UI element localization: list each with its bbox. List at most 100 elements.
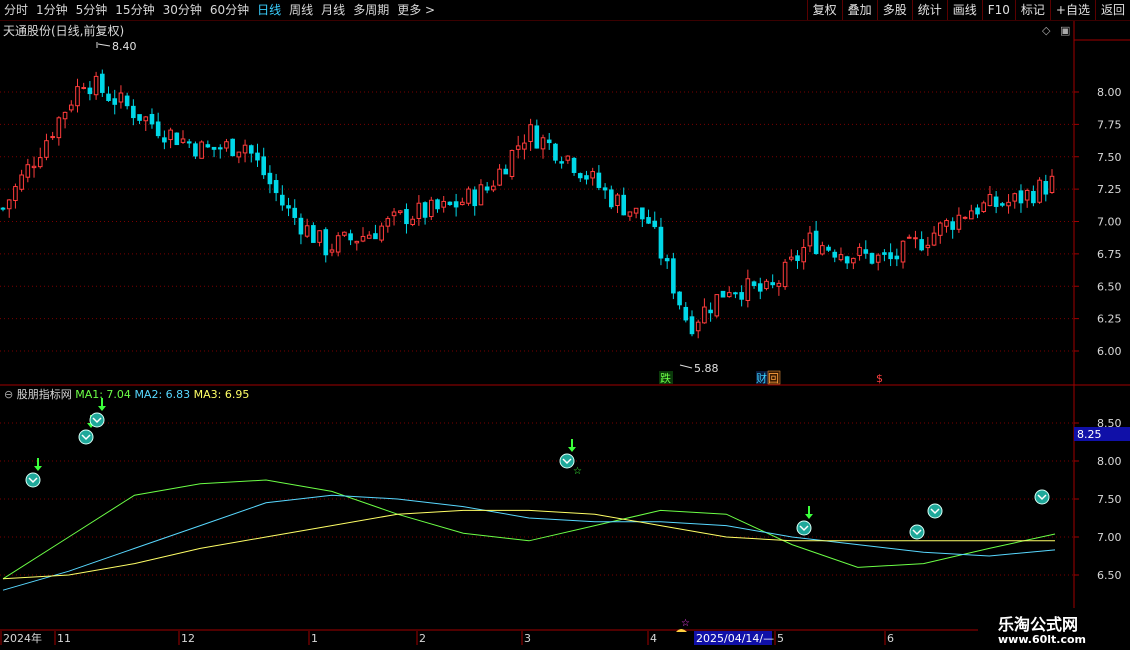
candle bbox=[596, 172, 602, 188]
tab-60min[interactable]: 60分钟 bbox=[206, 0, 253, 20]
time-axis-label: 6 bbox=[887, 632, 894, 645]
current-value-label: 8.25 bbox=[1077, 428, 1102, 441]
indicator-tick-label: 6.50 bbox=[1097, 569, 1122, 582]
candle bbox=[242, 144, 248, 154]
watermark-url: www.60lt.com bbox=[998, 633, 1087, 646]
diamond-icon[interactable]: ◇ bbox=[1042, 24, 1050, 37]
candle bbox=[435, 199, 440, 210]
indicator-tick-label: 8.50 bbox=[1097, 417, 1122, 430]
period-tabs: 分时 1分钟 5分钟 15分钟 30分钟 60分钟 日线 周线 月线 多周期 更… bbox=[0, 0, 439, 20]
time-axis-label: 1 bbox=[311, 632, 318, 645]
signal-badge-icon bbox=[89, 412, 105, 428]
candle bbox=[875, 254, 881, 263]
tab-weekly[interactable]: 周线 bbox=[285, 0, 317, 20]
candle bbox=[770, 282, 775, 286]
candle bbox=[565, 155, 571, 161]
restore-rights-button[interactable]: 复权 bbox=[806, 0, 842, 20]
star-signal-icon: ☆ bbox=[573, 466, 582, 477]
time-axis-label: 11 bbox=[57, 632, 71, 645]
candle bbox=[689, 316, 695, 335]
candle bbox=[298, 217, 304, 235]
collapse-icon[interactable]: ⊖ bbox=[4, 388, 13, 401]
back-button[interactable]: 返回 bbox=[1094, 0, 1130, 20]
candle bbox=[646, 217, 651, 224]
tab-5min[interactable]: 5分钟 bbox=[72, 0, 112, 20]
tab-multi-period[interactable]: 多周期 bbox=[349, 0, 393, 20]
tab-fenshi[interactable]: 分时 bbox=[0, 0, 32, 20]
candle bbox=[416, 202, 422, 219]
mark-button[interactable]: 标记 bbox=[1014, 0, 1050, 20]
signal-badge-icon bbox=[927, 503, 943, 519]
candle bbox=[782, 261, 788, 288]
tab-1min[interactable]: 1分钟 bbox=[32, 0, 72, 20]
candle bbox=[751, 281, 757, 286]
candle bbox=[627, 211, 633, 217]
candle bbox=[571, 157, 577, 173]
candle bbox=[149, 113, 155, 125]
candle bbox=[131, 105, 136, 119]
candle bbox=[62, 111, 68, 120]
main-chart-title: 天通股份(日线,前复权) bbox=[3, 24, 125, 38]
ma3-value: MA3: 6.95 bbox=[193, 388, 250, 401]
candle bbox=[522, 142, 527, 150]
candle bbox=[720, 290, 726, 298]
candle bbox=[106, 93, 111, 101]
candle bbox=[37, 157, 43, 168]
candle bbox=[1031, 190, 1036, 204]
candle bbox=[540, 137, 546, 150]
tab-30min[interactable]: 30分钟 bbox=[159, 0, 206, 20]
candle bbox=[422, 202, 428, 218]
candle bbox=[0, 207, 6, 210]
candle bbox=[615, 194, 620, 207]
time-axis-label: 3 bbox=[524, 632, 531, 645]
signal-badge-icon bbox=[796, 520, 812, 536]
tab-daily[interactable]: 日线 bbox=[253, 0, 285, 20]
add-watchlist-button[interactable]: +自选 bbox=[1049, 0, 1095, 20]
watermark-title: 乐淘公式网 bbox=[998, 615, 1079, 634]
statistics-button[interactable]: 统计 bbox=[911, 0, 947, 20]
tab-more[interactable]: 更多 > bbox=[393, 0, 439, 20]
candle bbox=[410, 218, 415, 226]
signal-arrowhead-icon bbox=[568, 447, 576, 452]
candle bbox=[453, 201, 459, 208]
candle bbox=[31, 165, 37, 169]
chevron-down-icon bbox=[912, 529, 922, 536]
candle bbox=[863, 249, 869, 254]
candle bbox=[956, 214, 962, 230]
candle bbox=[366, 234, 372, 239]
candle bbox=[677, 291, 682, 306]
drop-marker[interactable]: 跌 bbox=[660, 371, 671, 385]
candle bbox=[702, 306, 707, 324]
window-toggle-icon[interactable]: ▣ bbox=[1060, 24, 1070, 37]
signal-arrowhead-icon bbox=[87, 423, 95, 428]
candle bbox=[919, 239, 924, 251]
stock-chart[interactable]: 8.00 7.75 7.50 7.25 7.00 6.75 6.50 6.25 6.00 8.4… bbox=[0, 0, 1130, 650]
overlay-button[interactable]: 叠加 bbox=[841, 0, 877, 20]
candle bbox=[1006, 201, 1011, 207]
candle bbox=[888, 252, 893, 260]
signal-arrowhead-icon bbox=[805, 514, 813, 519]
candle bbox=[640, 207, 645, 220]
high-price-label: 8.40 bbox=[112, 40, 137, 53]
candle bbox=[931, 232, 937, 246]
finance-marker[interactable]: 财 bbox=[756, 371, 767, 385]
candle bbox=[844, 256, 850, 264]
tab-15min[interactable]: 15分钟 bbox=[111, 0, 158, 20]
candle bbox=[124, 95, 130, 107]
candle bbox=[404, 209, 409, 225]
multi-stock-button[interactable]: 多股 bbox=[876, 0, 912, 20]
candle bbox=[987, 194, 993, 207]
dividend-marker[interactable]: $ bbox=[876, 372, 883, 385]
candle bbox=[224, 141, 229, 149]
candle bbox=[671, 258, 676, 294]
candle bbox=[683, 306, 689, 321]
f10-button[interactable]: F10 bbox=[981, 0, 1015, 20]
price-tick-label: 6.75 bbox=[1097, 248, 1122, 261]
tab-monthly[interactable]: 月线 bbox=[317, 0, 349, 20]
candle bbox=[1012, 193, 1018, 202]
repurchase-marker[interactable]: 回 bbox=[768, 372, 779, 385]
draw-line-button[interactable]: 画线 bbox=[946, 0, 982, 20]
candle bbox=[236, 151, 242, 158]
candle bbox=[385, 218, 391, 227]
candle bbox=[354, 240, 360, 244]
